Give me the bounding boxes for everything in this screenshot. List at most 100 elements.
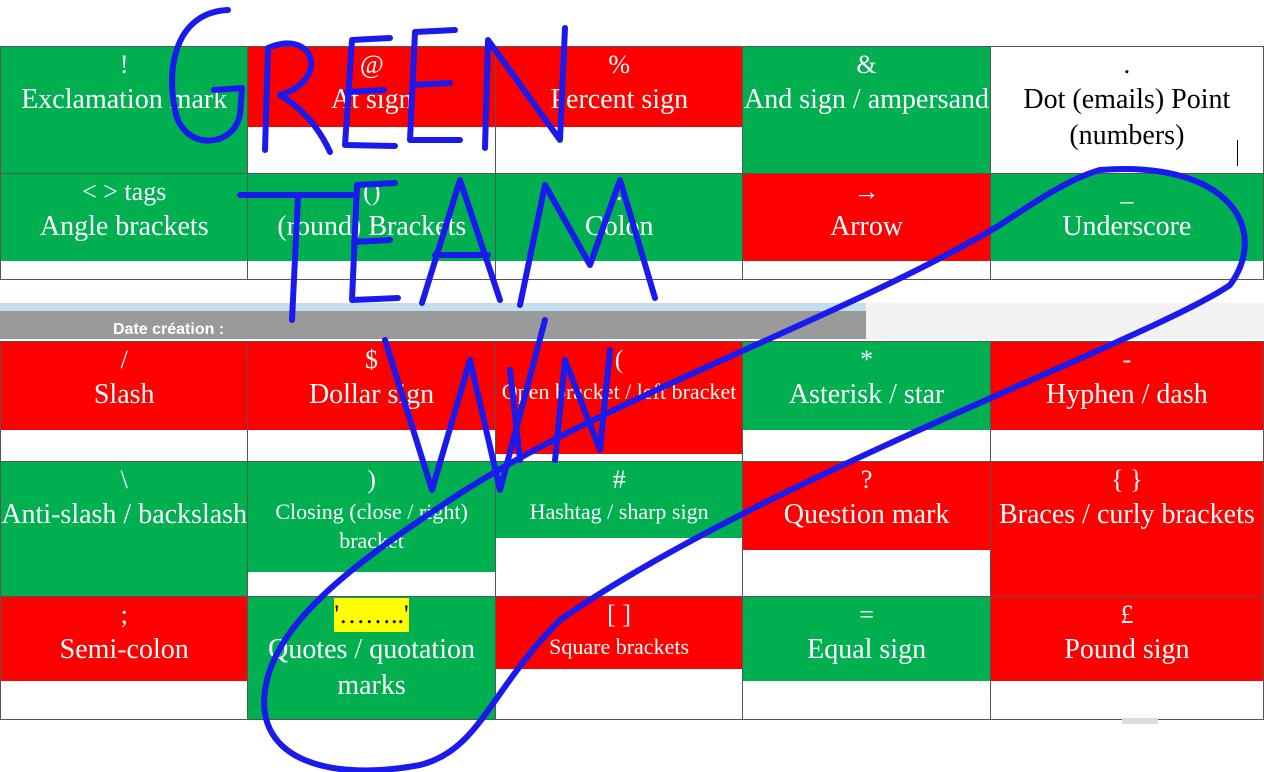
- table-cell[interactable]: () (round) Brackets: [247, 173, 497, 280]
- table-cell[interactable]: { } Braces / curly brackets: [989, 461, 1264, 597]
- punctuation-table-bottom: / Slash $ Dollar sign (Open bracket / left…: [0, 341, 1264, 720]
- symbol-card-dot: . Dot (emails) Point (numbers): [991, 47, 1263, 173]
- table-cell[interactable]: → Arrow: [742, 173, 991, 280]
- symbol-name: (round) Brackets: [277, 210, 467, 242]
- table-cell[interactable]: ; Semi-colon: [0, 596, 249, 720]
- table-cell[interactable]: # Hashtag / sharp sign: [494, 461, 744, 597]
- text-cursor: [1237, 140, 1238, 166]
- symbol-name: Pound sign: [1064, 633, 1190, 665]
- symbol-glyph: [ ]: [607, 600, 631, 629]
- symbol-name: Dollar sign: [308, 378, 435, 410]
- symbol-glyph: %: [608, 50, 631, 79]
- symbol-card-hyphen: - Hyphen / dash: [991, 342, 1263, 430]
- symbol-name: Anti-slash / backslash: [1, 498, 248, 530]
- symbol-glyph: (): [363, 177, 381, 206]
- symbol-glyph: '……..': [334, 598, 409, 632]
- table-row: ! Exclamation mark @ At sign % Percent sign…: [0, 46, 1264, 174]
- symbol-name: Quotes / quotation marks: [268, 633, 475, 702]
- symbol-glyph: →: [853, 177, 880, 206]
- table-cell[interactable]: ! Exclamation mark: [0, 46, 249, 174]
- table-cell[interactable]: = Equal sign: [742, 596, 991, 720]
- symbol-name: Hashtag / sharp sign: [529, 498, 709, 524]
- symbol-name: Braces / curly brackets: [998, 498, 1255, 530]
- symbol-glyph: #: [612, 465, 626, 494]
- symbol-name: Open bracket / left bracket: [501, 378, 737, 404]
- symbol-name: Equal sign: [807, 633, 927, 665]
- symbol-name: Exclamation mark: [21, 83, 228, 115]
- symbol-glyph: ): [367, 465, 376, 494]
- symbol-card-equal: = Equal sign: [743, 597, 990, 681]
- symbol-glyph: ;: [120, 600, 128, 629]
- symbol-name: Underscore: [1062, 210, 1192, 242]
- symbol-name: Dot (emails) Point (numbers): [1023, 83, 1231, 152]
- symbol-card-exclamation: ! Exclamation mark: [1, 47, 247, 173]
- symbol-glyph: .: [1123, 50, 1131, 79]
- symbol-card-round-brackets: () (round) Brackets: [248, 174, 495, 261]
- table-cell[interactable]: '……..' Quotes / quotation marks: [247, 596, 496, 720]
- symbol-name: Closing (close / right) bracket: [275, 498, 468, 554]
- table-cell[interactable]: [ ] Square brackets: [494, 596, 744, 720]
- symbol-glyph: ?: [860, 465, 873, 494]
- symbol-card-braces: { } Braces / curly brackets: [991, 462, 1263, 596]
- symbol-name: Hyphen / dash: [1046, 378, 1208, 410]
- table-row: ; Semi-colon '……..' Quotes / quotation mar…: [0, 596, 1264, 720]
- symbol-glyph: *: [860, 345, 874, 374]
- symbol-glyph: @: [359, 50, 384, 79]
- symbol-card-asterisk: * Asterisk / star: [743, 342, 990, 430]
- symbol-name: Question mark: [783, 498, 950, 530]
- symbol-glyph: \: [120, 465, 128, 494]
- table-cell[interactable]: < > tags Angle brackets: [0, 173, 249, 280]
- table-cell[interactable]: : Colon: [495, 173, 744, 280]
- symbol-name: Asterisk / star: [788, 378, 945, 410]
- symbol-name: Percent sign: [550, 83, 689, 115]
- table-cell[interactable]: / Slash: [0, 341, 249, 462]
- symbol-name: Angle brackets: [39, 210, 209, 242]
- table-cell[interactable]: % Percent sign: [495, 46, 744, 174]
- symbol-glyph: _: [1120, 177, 1134, 206]
- symbol-card-colon: : Colon: [496, 174, 742, 261]
- table-cell[interactable]: ? Question mark: [742, 461, 991, 597]
- table-cell[interactable]: @ At sign: [247, 46, 497, 174]
- table-cell[interactable]: _ Underscore: [989, 173, 1264, 280]
- symbol-glyph: &: [856, 50, 877, 79]
- table-cell[interactable]: ) Closing (close / right) bracket: [247, 461, 496, 597]
- symbol-glyph: =: [859, 600, 874, 629]
- table-row: \ Anti-slash / backslash ) Closing (close …: [0, 461, 1264, 597]
- symbol-card-quotes: '……..' Quotes / quotation marks: [248, 597, 495, 719]
- symbol-glyph: :: [615, 177, 623, 206]
- symbol-card-backslash: \ Anti-slash / backslash: [1, 462, 247, 596]
- symbol-card-angle-brackets: < > tags Angle brackets: [1, 174, 247, 261]
- symbol-name: Colon: [585, 210, 654, 242]
- symbol-glyph: !: [119, 50, 129, 79]
- symbol-card-closing-bracket: ) Closing (close / right) bracket: [248, 462, 495, 572]
- symbol-card-dollar: $ Dollar sign: [248, 342, 495, 430]
- symbol-card-semicolon: ; Semi-colon: [1, 597, 247, 681]
- table-cell[interactable]: & And sign / ampersand: [742, 46, 991, 174]
- symbol-glyph: { }: [1111, 465, 1143, 494]
- table-cell[interactable]: £ Pound sign: [989, 596, 1264, 720]
- symbol-name: Square brackets: [549, 633, 690, 659]
- table-cell[interactable]: (Open bracket / left bracket: [494, 341, 744, 462]
- symbol-card-at: @ At sign: [248, 47, 495, 127]
- table-cell[interactable]: \ Anti-slash / backslash: [0, 461, 249, 597]
- scrollbar-thumb[interactable]: [1122, 718, 1158, 724]
- table-row: / Slash $ Dollar sign (Open bracket / left…: [0, 341, 1264, 462]
- date-creation-bar: Date création :: [0, 303, 866, 339]
- symbol-name: And sign / ampersand: [744, 83, 989, 115]
- symbol-name: At sign: [330, 83, 413, 115]
- table-cell[interactable]: . Dot (emails) Point (numbers): [989, 46, 1264, 174]
- page-gap: [866, 303, 1264, 339]
- table-cell[interactable]: - Hyphen / dash: [989, 341, 1264, 462]
- bar-accent: [0, 303, 866, 311]
- symbol-glyph: /: [120, 345, 128, 374]
- symbol-card-slash: / Slash: [1, 342, 247, 430]
- symbol-card-open-bracket: (Open bracket / left bracket: [496, 342, 742, 454]
- symbol-card-arrow: → Arrow: [743, 174, 990, 261]
- symbol-glyph: < > tags: [82, 177, 167, 206]
- table-cell[interactable]: * Asterisk / star: [742, 341, 991, 462]
- date-creation-label: Date création :: [113, 321, 225, 338]
- symbol-card-hashtag: # Hashtag / sharp sign: [496, 462, 742, 538]
- symbol-glyph: £: [1120, 600, 1134, 629]
- symbol-glyph: $: [365, 345, 379, 374]
- table-cell[interactable]: $ Dollar sign: [247, 341, 496, 462]
